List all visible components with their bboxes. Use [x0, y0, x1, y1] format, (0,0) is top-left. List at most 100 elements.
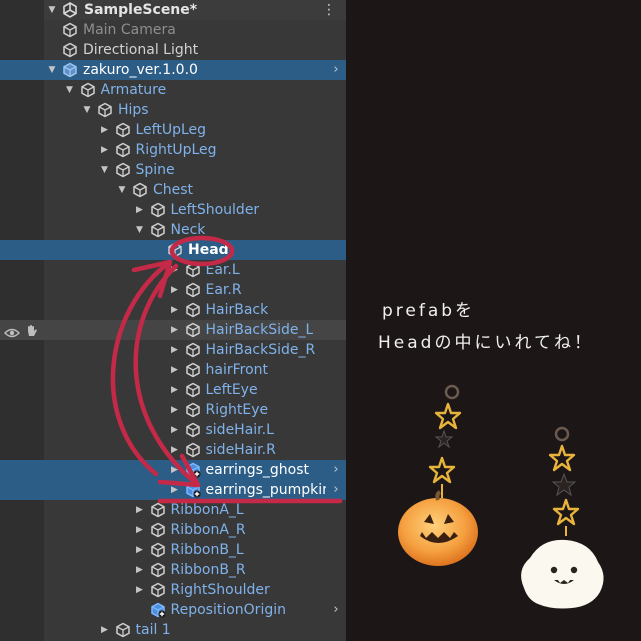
- hierarchy-row[interactable]: Directional Light: [0, 40, 346, 60]
- gameobject-cube-icon: [115, 142, 131, 158]
- scene-header-row[interactable]: ▼ SampleScene* ⋮: [44, 0, 346, 20]
- hierarchy-row[interactable]: ▶ sideHair.R: [0, 440, 346, 460]
- gameobject-cube-icon: [185, 322, 201, 338]
- annotation-area: prefabを Headの中にいれてね！: [346, 0, 641, 641]
- hierarchy-row-label: RibbonA_R: [170, 522, 246, 538]
- gameobject-cube-icon: [80, 82, 96, 98]
- chevron-right-icon[interactable]: ›: [330, 460, 342, 480]
- hierarchy-row[interactable]: ▼ Neck: [0, 220, 346, 240]
- hierarchy-row-label: RibbonB_L: [170, 542, 244, 558]
- hierarchy-row-label: sideHair.L: [205, 422, 274, 438]
- hierarchy-row[interactable]: ▶ Ear.L: [0, 260, 346, 280]
- hierarchy-row[interactable]: ▶ Ear.R: [0, 280, 346, 300]
- hierarchy-row[interactable]: ▶ RibbonB_L: [0, 540, 346, 560]
- gameobject-cube-icon: [115, 122, 131, 138]
- prefab-cube-icon: [62, 62, 78, 78]
- chevron-right-icon[interactable]: ›: [330, 480, 342, 500]
- hierarchy-row-label: HairBackSide_L: [205, 322, 314, 338]
- expand-arrow-icon[interactable]: ▼: [99, 160, 111, 180]
- gameobject-cube-icon: [62, 22, 78, 38]
- collapse-arrow-icon[interactable]: ▶: [134, 580, 146, 600]
- hierarchy-row[interactable]: ▶ RightShoulder: [0, 580, 346, 600]
- hierarchy-row[interactable]: ▶ RibbonA_L: [0, 500, 346, 520]
- kebab-menu-icon[interactable]: ⋮: [322, 0, 336, 20]
- hierarchy-row[interactable]: ▶ sideHair.L: [0, 420, 346, 440]
- hierarchy-row[interactable]: ▼ Armature: [0, 80, 346, 100]
- hierarchy-row[interactable]: ▶ HairBackSide_R: [0, 340, 346, 360]
- hierarchy-row-label: Ear.L: [205, 262, 240, 278]
- expand-arrow-icon[interactable]: ▼: [134, 220, 146, 240]
- expand-arrow-icon[interactable]: ▼: [46, 0, 58, 20]
- hierarchy-row[interactable]: ▼ zakuro_ver.1.0.0 ›: [0, 60, 346, 80]
- collapse-arrow-icon[interactable]: ▶: [169, 360, 181, 380]
- hierarchy-row[interactable]: ▶ HairBackSide_L: [0, 320, 346, 340]
- collapse-arrow-icon[interactable]: ▶: [134, 520, 146, 540]
- pickable-hand-icon[interactable]: [25, 323, 39, 337]
- collapse-arrow-icon[interactable]: ▶: [134, 560, 146, 580]
- pumpkin-earring: [398, 384, 478, 566]
- hierarchy-row-label: Ear.R: [205, 282, 242, 298]
- hierarchy-row[interactable]: ▶ RightUpLeg: [0, 140, 346, 160]
- hierarchy-row[interactable]: ▶ HairBack: [0, 300, 346, 320]
- hierarchy-row[interactable]: ▼ Spine: [0, 160, 346, 180]
- collapse-arrow-icon[interactable]: ▶: [169, 280, 181, 300]
- hierarchy-row[interactable]: Head: [0, 240, 346, 260]
- collapse-arrow-icon[interactable]: ▶: [134, 200, 146, 220]
- collapse-arrow-icon[interactable]: ▶: [169, 440, 181, 460]
- gameobject-cube-icon: [132, 182, 148, 198]
- collapse-arrow-icon[interactable]: ▶: [99, 620, 111, 640]
- expand-arrow-icon[interactable]: ▼: [46, 60, 58, 80]
- collapse-arrow-icon[interactable]: ▶: [169, 260, 181, 280]
- scene-title: SampleScene*: [84, 2, 198, 18]
- hierarchy-row-label: Chest: [153, 182, 194, 198]
- collapse-arrow-icon[interactable]: ▶: [169, 480, 181, 500]
- hierarchy-row[interactable]: ▶ earrings_ghost ›: [0, 460, 346, 480]
- hierarchy-row[interactable]: ▶ RightEye: [0, 400, 346, 420]
- collapse-arrow-icon[interactable]: ▶: [134, 500, 146, 520]
- hierarchy-row-label: Armature: [100, 82, 167, 98]
- gameobject-cube-icon: [62, 42, 78, 58]
- hierarchy-row[interactable]: ▶ RibbonB_R: [0, 560, 346, 580]
- hierarchy-row[interactable]: ▶ LeftEye: [0, 380, 346, 400]
- hierarchy-row[interactable]: ▶ LeftShoulder: [0, 200, 346, 220]
- gameobject-cube-icon: [150, 202, 166, 218]
- gameobject-cube-icon: [150, 222, 166, 238]
- hierarchy-row-label: LeftEye: [205, 382, 258, 398]
- collapse-arrow-icon[interactable]: ▶: [169, 340, 181, 360]
- gameobject-cube-icon: [185, 402, 201, 418]
- hierarchy-row[interactable]: RepositionOrigin ›: [0, 600, 346, 620]
- annotation-line-1: prefabを: [382, 301, 476, 321]
- hierarchy-row[interactable]: Main Camera: [0, 20, 346, 40]
- gameobject-cube-icon: [115, 622, 131, 638]
- hierarchy-row[interactable]: ▼ Hips: [0, 100, 346, 120]
- collapse-arrow-icon[interactable]: ▶: [99, 120, 111, 140]
- expand-arrow-icon[interactable]: ▼: [116, 180, 128, 200]
- collapse-arrow-icon[interactable]: ▶: [169, 420, 181, 440]
- hierarchy-row-label: Spine: [135, 162, 175, 178]
- hierarchy-row[interactable]: ▶ RibbonA_R: [0, 520, 346, 540]
- collapse-arrow-icon[interactable]: ▶: [134, 540, 146, 560]
- visibility-eye-icon[interactable]: [4, 324, 20, 338]
- collapse-arrow-icon[interactable]: ▶: [169, 320, 181, 340]
- gameobject-cube-icon: [115, 162, 131, 178]
- hierarchy-row[interactable]: ▼ Chest: [0, 180, 346, 200]
- collapse-arrow-icon[interactable]: ▶: [169, 380, 181, 400]
- gameobject-cube-icon: [185, 342, 201, 358]
- hierarchy-row[interactable]: ▶ earrings_pumpkin ›: [0, 480, 346, 500]
- gameobject-cube-icon: [150, 582, 166, 598]
- hierarchy-row-label: Hips: [118, 102, 149, 118]
- hierarchy-row[interactable]: ▶ tail 1: [0, 620, 346, 640]
- chevron-right-icon[interactable]: ›: [330, 600, 342, 620]
- gameobject-cube-icon: [150, 562, 166, 578]
- hierarchy-row[interactable]: ▶ hairFront: [0, 360, 346, 380]
- hierarchy-panel: ▼ SampleScene* ⋮ Main Camera Directional …: [0, 0, 346, 641]
- hierarchy-row[interactable]: ▶ LeftUpLeg: [0, 120, 346, 140]
- collapse-arrow-icon[interactable]: ▶: [99, 140, 111, 160]
- expand-arrow-icon[interactable]: ▼: [64, 80, 76, 100]
- hierarchy-row-label: RepositionOrigin: [170, 602, 286, 618]
- collapse-arrow-icon[interactable]: ▶: [169, 300, 181, 320]
- chevron-right-icon[interactable]: ›: [330, 60, 342, 80]
- collapse-arrow-icon[interactable]: ▶: [169, 400, 181, 420]
- collapse-arrow-icon[interactable]: ▶: [169, 460, 181, 480]
- expand-arrow-icon[interactable]: ▼: [81, 100, 93, 120]
